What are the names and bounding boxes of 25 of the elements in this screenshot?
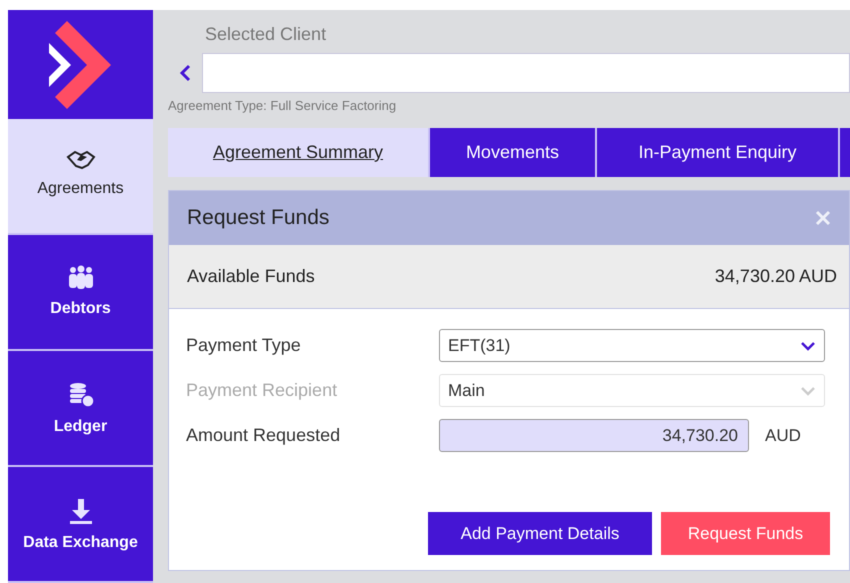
currency-label: AUD — [765, 424, 801, 447]
client-label: Selected Client — [205, 23, 328, 45]
select-field[interactable]: EFT(31) — [439, 329, 825, 362]
chevron-down-icon — [800, 386, 816, 396]
agreement-type: Agreement Type: Full Service Factoring — [168, 98, 398, 114]
tab[interactable] — [840, 128, 850, 177]
select-value: Main — [448, 380, 485, 402]
tab[interactable]: Agreement Summary — [168, 128, 430, 177]
field-label: Amount Requested — [186, 424, 342, 447]
panel-title: Request Funds — [187, 205, 330, 232]
tab[interactable]: Movements — [430, 128, 597, 177]
back-chevron-icon[interactable] — [178, 64, 192, 82]
add-payment-details-button[interactable]: Add Payment Details — [428, 512, 652, 555]
sidebar-item[interactable]: Agreements — [8, 119, 153, 235]
close-icon[interactable] — [815, 210, 831, 226]
chevron-down-icon — [800, 340, 816, 350]
select-value: EFT(31) — [448, 334, 510, 357]
available-funds-value: 34,730.20 AUD — [714, 265, 837, 288]
download-icon — [68, 497, 94, 525]
amount-field[interactable]: 34,730.20 — [439, 419, 749, 452]
tab[interactable]: In-Payment Enquiry — [596, 128, 840, 177]
field-label: Payment Type — [186, 334, 302, 357]
client-field[interactable] — [202, 53, 850, 93]
available-funds-label: Available Funds — [187, 265, 315, 288]
field-label: Payment Recipient — [186, 379, 338, 402]
